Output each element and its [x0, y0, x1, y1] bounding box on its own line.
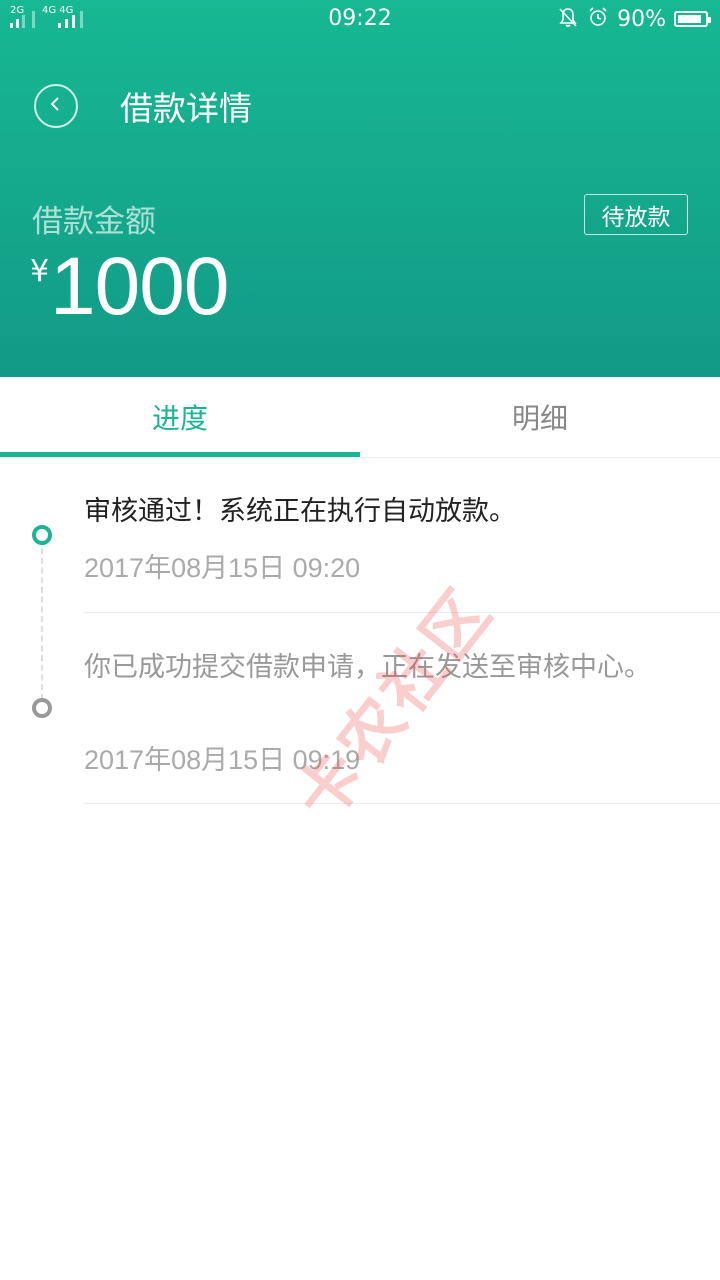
tab-details[interactable]: 明细 — [360, 377, 720, 457]
amount-label: 借款金额 — [32, 204, 156, 240]
status-bar: 2G 4G 4G 09:22 90% — [0, 0, 720, 38]
timeline-divider — [84, 803, 720, 804]
timeline-item-title: 审核通过！系统正在执行自动放款。 — [84, 496, 516, 527]
timeline-connector — [41, 548, 43, 700]
battery-percent: 90% — [617, 6, 666, 32]
timeline-dot-inactive — [32, 698, 52, 718]
loan-header: 2G 4G 4G 09:22 90% 借款详情 借款金额 待放款 ¥ 1000 — [0, 0, 720, 377]
timeline-item-time: 2017年08月15日 09:20 — [84, 553, 361, 583]
status-badge: 待放款 — [584, 194, 688, 235]
back-button[interactable] — [34, 84, 78, 128]
tab-bar: 进度 明细 — [0, 377, 720, 458]
tab-progress[interactable]: 进度 — [0, 377, 360, 457]
timeline-dot-active — [32, 525, 52, 545]
mute-bell-icon — [557, 6, 579, 32]
tab-indicator — [0, 452, 360, 457]
watermark: 卡农社区 — [281, 574, 508, 835]
battery-icon — [674, 11, 711, 27]
page-title: 借款详情 — [120, 89, 252, 128]
chevron-left-icon — [47, 95, 65, 117]
loan-amount: 1000 — [50, 241, 229, 332]
currency-symbol: ¥ — [30, 254, 50, 289]
status-right-group: 90% — [557, 6, 711, 32]
alarm-icon — [587, 6, 609, 32]
